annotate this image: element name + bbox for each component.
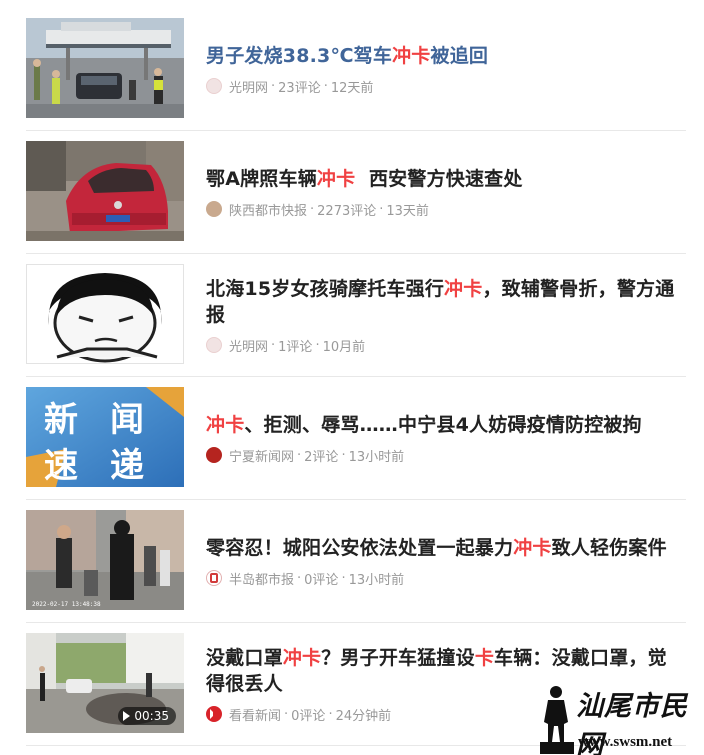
list-item[interactable]: 2022-02-17 13:48:38 零容忍！城阳公安依法处置一起暴力冲卡致人…: [26, 500, 686, 623]
comment-count[interactable]: 0评论: [291, 705, 325, 724]
thumb-char: 速: [44, 446, 78, 486]
separator: ·: [323, 78, 328, 94]
source-avatar-icon: [206, 337, 222, 353]
news-title[interactable]: 零容忍！城阳公安依法处置一起暴力冲卡致人轻伤案件: [206, 535, 686, 561]
news-title[interactable]: 男子发烧38.3℃驾车冲卡被追回: [206, 43, 686, 69]
news-meta: 半岛都市报 · 0评论 · 13小时前: [206, 569, 686, 588]
news-meta: 光明网 · 23评论 · 12天前: [206, 77, 686, 96]
separator: ·: [315, 337, 320, 353]
source-avatar-icon: [206, 706, 222, 722]
news-title[interactable]: 北海15岁女孩骑摩托车强行冲卡，致辅警骨折，警方通报: [206, 276, 686, 328]
news-meta: 光明网 · 1评论 · 10月前: [206, 336, 686, 355]
separator: ·: [297, 570, 302, 586]
news-meta: 宁夏新闻网 · 2评论 · 13小时前: [206, 446, 686, 465]
title-text: 、拒测、辱骂……中宁县4人妨碍疫情防控被拘: [244, 414, 642, 436]
publish-time: 13小时前: [348, 572, 405, 588]
title-keyword: 卡: [474, 647, 495, 669]
source-name[interactable]: 光明网: [229, 77, 268, 96]
list-item[interactable]: 鄂A牌照车辆冲卡 西安警方快速查处 陕西都市快报 · 2273评论 · 13天前: [26, 131, 686, 254]
separator: ·: [310, 201, 315, 217]
comment-count[interactable]: 2273评论: [317, 200, 376, 219]
separator: ·: [328, 706, 333, 722]
thumb-char: 新: [44, 400, 78, 440]
title-text: 被追回: [430, 45, 489, 67]
news-content: 冲卡、拒测、辱骂……中宁县4人妨碍疫情防控被拘 宁夏新闻网 · 2评论 · 13…: [206, 377, 686, 499]
video-duration: 00:35: [134, 709, 169, 723]
news-title[interactable]: 冲卡、拒测、辱骂……中宁县4人妨碍疫情防控被拘: [206, 412, 686, 438]
news-thumbnail[interactable]: 00:35: [26, 633, 184, 733]
thumb-char: 闻: [110, 400, 144, 440]
source-name[interactable]: 看看新闻: [229, 705, 281, 724]
comment-count[interactable]: 1评论: [278, 336, 312, 355]
title-text: 没戴口罩: [206, 647, 283, 669]
source-name[interactable]: 宁夏新闻网: [229, 446, 294, 465]
site-watermark: 汕尾市民网 www.swsm.net: [538, 678, 704, 755]
source-name[interactable]: 光明网: [229, 336, 268, 355]
publish-time: 13天前: [386, 203, 429, 219]
separator: ·: [379, 201, 384, 217]
news-feed: 男子发烧38.3℃驾车冲卡被追回 光明网 · 23评论 · 12天前 鄂A牌照车…: [26, 8, 686, 746]
title-text: 致人轻伤案件: [551, 537, 667, 559]
separator: ·: [271, 78, 276, 94]
news-content: 鄂A牌照车辆冲卡 西安警方快速查处 陕西都市快报 · 2273评论 · 13天前: [206, 131, 686, 253]
source-name[interactable]: 陕西都市快报: [229, 200, 307, 219]
separator: ·: [341, 570, 346, 586]
news-thumbnail[interactable]: [26, 18, 184, 118]
source-name[interactable]: 半岛都市报: [229, 569, 294, 588]
separator: ·: [284, 706, 289, 722]
title-text: 西安警方快速查处: [355, 168, 523, 190]
title-keyword: 冲卡: [316, 168, 356, 190]
publish-time: 24分钟前: [335, 708, 392, 724]
news-thumbnail[interactable]: 2022-02-17 13:48:38: [26, 510, 184, 610]
separator: ·: [271, 337, 276, 353]
source-avatar-icon: [206, 447, 222, 463]
separator: ·: [297, 447, 302, 463]
title-keyword: 冲卡: [444, 278, 483, 300]
watermark-url: www.swsm.net: [578, 734, 673, 750]
thumb-char: 递: [110, 446, 144, 486]
separator: ·: [341, 447, 346, 463]
play-icon: [123, 711, 131, 721]
news-thumbnail[interactable]: [26, 264, 184, 364]
title-text: ？男子开车猛撞设: [321, 647, 475, 669]
comment-count[interactable]: 0评论: [304, 569, 338, 588]
news-content: 男子发烧38.3℃驾车冲卡被追回 光明网 · 23评论 · 12天前: [206, 8, 686, 130]
list-item[interactable]: 男子发烧38.3℃驾车冲卡被追回 光明网 · 23评论 · 12天前: [26, 8, 686, 131]
title-text: 零容忍！城阳公安依法处置一起暴力: [206, 537, 514, 559]
comment-count[interactable]: 23评论: [278, 77, 321, 96]
list-item[interactable]: 北海15岁女孩骑摩托车强行冲卡，致辅警骨折，警方通报 光明网 · 1评论 · 1…: [26, 254, 686, 377]
title-keyword: 冲卡: [282, 647, 322, 669]
publish-time: 13小时前: [348, 449, 405, 465]
statue-silhouette-icon: [540, 686, 574, 754]
title-keyword: 冲卡: [206, 414, 245, 436]
news-content: 零容忍！城阳公安依法处置一起暴力冲卡致人轻伤案件 半岛都市报 · 0评论 · 1…: [206, 500, 686, 622]
news-thumbnail[interactable]: 新 闻 速 递: [26, 387, 184, 487]
title-keyword: 冲卡: [513, 537, 552, 559]
title-text: 男子发烧38.3℃驾车: [206, 45, 393, 67]
comment-count[interactable]: 2评论: [304, 446, 338, 465]
source-avatar-icon: [206, 570, 222, 586]
video-timestamp: 2022-02-17 13:48:38: [32, 601, 101, 608]
news-thumbnail[interactable]: [26, 141, 184, 241]
video-duration-badge: 00:35: [118, 707, 176, 725]
news-content: 北海15岁女孩骑摩托车强行冲卡，致辅警骨折，警方通报 光明网 · 1评论 · 1…: [206, 254, 686, 376]
publish-time: 10月前: [322, 339, 366, 355]
publish-time: 12天前: [330, 80, 374, 96]
title-text: 北海15岁女孩骑摩托车强行: [206, 278, 445, 300]
news-title[interactable]: 鄂A牌照车辆冲卡 西安警方快速查处: [206, 166, 686, 192]
news-meta: 陕西都市快报 · 2273评论 · 13天前: [206, 200, 686, 219]
source-avatar-icon: [206, 201, 222, 217]
title-keyword: 冲卡: [392, 45, 431, 67]
list-item[interactable]: 新 闻 速 递 冲卡、拒测、辱骂……中宁县4人妨碍疫情防控被拘 宁夏新闻网 · …: [26, 377, 686, 500]
source-avatar-icon: [206, 78, 222, 94]
title-text: 鄂A牌照车辆: [206, 168, 317, 190]
